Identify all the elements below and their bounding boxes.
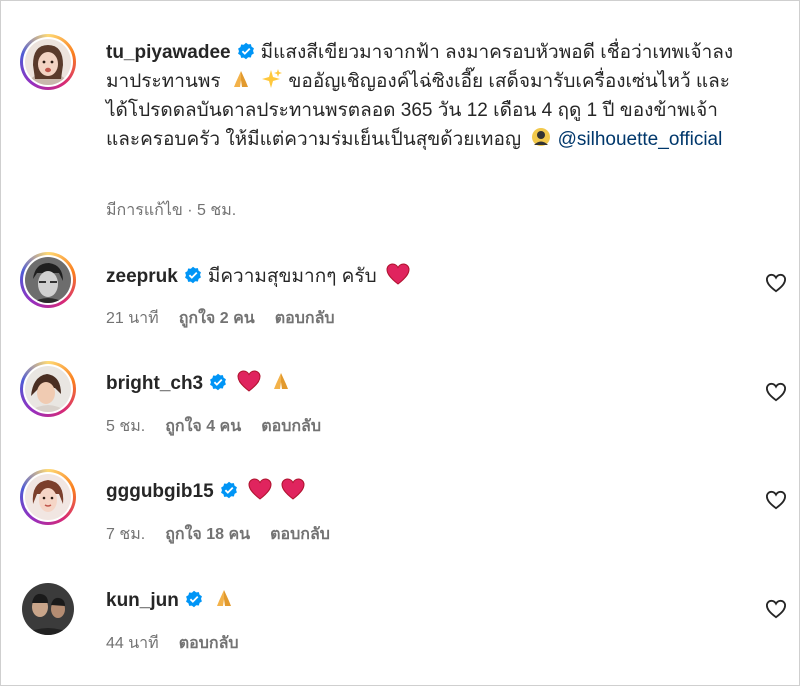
mention-link[interactable]: @silhouette_official	[558, 129, 723, 150]
verified-badge-icon	[184, 266, 201, 284]
username[interactable]: kun_jun	[106, 590, 179, 611]
avatar-image	[22, 583, 74, 635]
likes-count-button[interactable]: ถูกใจ 2 คน	[179, 310, 255, 327]
red-heart-emoji	[281, 478, 305, 500]
username[interactable]: gggubgib15	[106, 481, 214, 502]
comment-meta: 21 นาที ถูกใจ 2 คน ตอบกลับ	[106, 306, 355, 331]
like-heart-icon[interactable]	[765, 599, 787, 619]
red-heart-emoji	[248, 478, 272, 500]
avatar[interactable]	[20, 581, 76, 637]
username[interactable]: zeepruk	[106, 266, 178, 287]
red-heart-emoji	[386, 263, 410, 285]
like-heart-icon[interactable]	[765, 490, 787, 510]
verified-badge-icon	[220, 481, 237, 499]
verified-badge-icon	[210, 373, 227, 391]
avatar	[25, 257, 71, 303]
comment-meta: 7 ชม. ถูกใจ 18 คน ตอบกลับ	[106, 522, 350, 547]
time-label: 21 นาที	[106, 310, 159, 327]
like-heart-icon[interactable]	[765, 273, 787, 293]
deity-emoji	[532, 128, 551, 146]
avatar-story-ring[interactable]	[20, 34, 76, 90]
time-label: 5 ชม.	[106, 418, 146, 435]
comment-body: tu_piyawadee มีแสงสีเขียวมาจากฟ้า ลงมาครอ…	[106, 38, 746, 154]
reply-button[interactable]: ตอบกลับ	[261, 418, 321, 435]
verified-badge-icon	[185, 590, 202, 608]
avatar-story-ring[interactable]	[20, 252, 76, 308]
comment-meta: 44 นาที ตอบกลับ	[106, 631, 259, 656]
comment-body: bright_ch3	[106, 369, 746, 398]
folded-hands-emoji	[233, 71, 248, 87]
folded-hands-emoji	[274, 373, 289, 389]
reply-button[interactable]: ตอบกลับ	[179, 635, 239, 652]
avatar	[25, 366, 71, 412]
comment-meta: มีการแก้ไข · 5 ชม.	[106, 198, 256, 223]
comment-body: kun_jun	[106, 586, 746, 615]
avatar	[25, 474, 71, 520]
username[interactable]: bright_ch3	[106, 373, 203, 394]
comment-meta: 5 ชม. ถูกใจ 4 คน ตอบกลับ	[106, 414, 341, 439]
reply-button[interactable]: ตอบกลับ	[275, 310, 335, 327]
avatar-story-ring[interactable]	[20, 361, 76, 417]
folded-hands-emoji	[216, 590, 231, 606]
time-label: 44 นาที	[106, 635, 159, 652]
time-label: 7 ชม.	[106, 526, 146, 543]
avatar-story-ring[interactable]	[20, 469, 76, 525]
red-heart-emoji	[237, 370, 261, 392]
comment-body: gggubgib15	[106, 477, 746, 506]
edited-time-label: มีการแก้ไข · 5 ชม.	[106, 202, 237, 219]
likes-count-button[interactable]: ถูกใจ 18 คน	[165, 526, 250, 543]
username[interactable]: tu_piyawadee	[106, 42, 231, 63]
likes-count-button[interactable]: ถูกใจ 4 คน	[165, 418, 241, 435]
reply-button[interactable]: ตอบกลับ	[270, 526, 330, 543]
avatar	[25, 39, 71, 85]
sparkles-emoji	[262, 69, 283, 88]
comment-body: zeepruk มีความสุขมากๆ ครับ	[106, 262, 746, 291]
like-heart-icon[interactable]	[765, 382, 787, 402]
verified-badge-icon	[237, 42, 254, 60]
comment-text: มีความสุขมากๆ ครับ	[207, 266, 377, 287]
